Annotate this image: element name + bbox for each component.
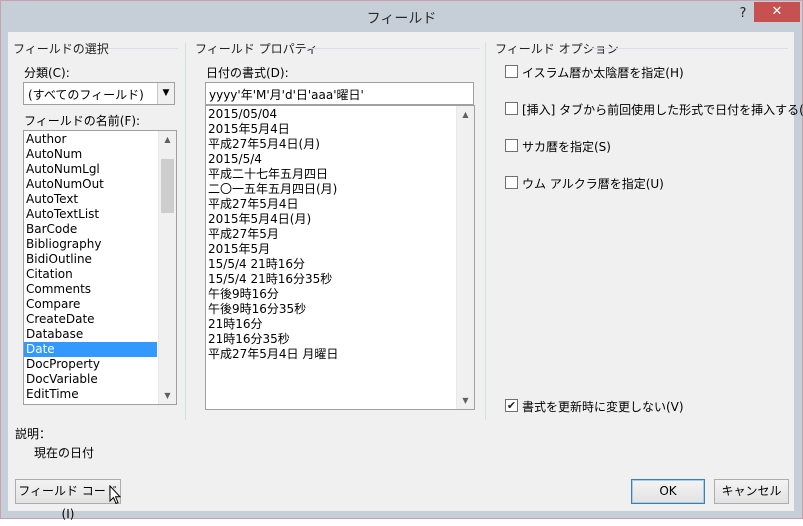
description-text: 現在の日付 [34,446,95,460]
field-names-list[interactable]: Author AutoNum AutoNumLgl AutoNumOut AutoTex… [23,130,177,405]
date-format-item[interactable]: 2015年5月 [206,242,456,257]
field-name-item[interactable]: Database [24,327,157,342]
option-label: イスラム暦か太陰暦を指定(H) [522,66,684,80]
date-format-item[interactable]: 15/5/4 21時16分 [206,257,456,272]
dialog-body: フィールドの選択 分類(C): (すべてのフィールド) ▼ フィールドの名前(F… [8,32,803,521]
date-format-label: 日付の書式(D): [206,66,289,80]
checkbox-unchecked-icon[interactable] [505,139,518,152]
group-divider [591,48,788,49]
date-format-item[interactable]: 2015年5月4日 [206,122,456,137]
date-format-item[interactable]: 2015/5/4 [206,152,456,167]
category-label: 分類(C): [24,66,70,80]
field-list-scrollbar[interactable]: ▲ ▼ [158,131,176,404]
field-name-item[interactable]: AutoNumOut [24,177,157,192]
field-name-item[interactable]: AutoNumLgl [24,162,157,177]
category-value: (すべてのフィールド) [28,88,144,102]
field-name-item[interactable]: CreateDate [24,312,157,327]
date-format-item[interactable]: 2015年5月4日(月) [206,212,456,227]
scroll-thumb[interactable] [161,159,174,213]
date-format-item[interactable]: 21時16分35秒 [206,332,456,347]
help-button[interactable]: ? [735,5,751,23]
date-format-item[interactable]: 平成27年5月 [206,227,456,242]
field-selection-title: フィールドの選択 [13,42,109,56]
date-format-item[interactable]: 15/5/4 21時16分35秒 [206,272,456,287]
field-dialog: フィールド ? ✕ フィールドの選択 分類(C): (すべてのフィールド) ▼ … [0,0,803,521]
date-format-item[interactable]: 午後9時16分 [206,287,456,302]
scroll-down-icon[interactable]: ▼ [457,392,474,409]
option-checkbox[interactable]: サカ暦を指定(S) [505,138,790,154]
field-name-item[interactable]: DocProperty [24,357,157,372]
group-divider [108,48,178,49]
date-format-item[interactable]: 2015/05/04 [206,107,456,122]
field-name-item[interactable]: DocVariable [24,372,157,387]
date-format-value: yyyy'年'M'月'd'日'aaa'曜日' [209,88,364,102]
field-name-item[interactable]: Compare [24,297,157,312]
preserve-format-label: 書式を更新時に変更しない(V) [522,400,684,414]
field-name-item[interactable]: BidiOutline [24,252,157,267]
category-dropdown[interactable]: (すべてのフィールド) ▼ [23,82,175,105]
field-name-item[interactable]: Date [24,342,157,357]
date-format-item[interactable]: 平成27年5月4日 [206,197,456,212]
date-format-item[interactable]: 平成27年5月4日(月) [206,137,456,152]
date-format-item[interactable]: 二〇一五年五月四日(月) [206,182,456,197]
field-name-item[interactable]: AutoTextList [24,207,157,222]
scroll-down-icon[interactable]: ▼ [159,387,176,404]
ok-button[interactable]: OK [631,479,705,504]
chevron-down-icon[interactable]: ▼ [157,83,174,104]
cancel-button[interactable]: キャンセル [714,479,789,504]
date-formats-list[interactable]: 2015/05/04 2015年5月4日 平成27年5月4日(月) 2015/5/4 平… [205,105,475,410]
date-format-item[interactable]: 平成27年5月4日 月曜日 [206,347,456,362]
field-name-item[interactable]: BarCode [24,222,157,237]
field-names-label: フィールドの名前(F): [24,114,141,128]
date-format-item[interactable]: 午後9時16分35秒 [206,302,456,317]
separator [185,42,186,420]
close-button[interactable]: ✕ [754,2,800,22]
mouse-cursor-icon [109,485,121,505]
date-format-item[interactable]: 21時16分 [206,317,456,332]
checkbox-unchecked-icon[interactable] [505,102,518,115]
checkbox-unchecked-icon[interactable] [505,176,518,189]
description-label: 説明： [15,427,52,441]
option-checkbox[interactable]: ウム アルクラ暦を指定(U) [505,175,790,191]
checkbox-checked-icon[interactable]: ✔ [505,399,518,412]
option-label: サカ暦を指定(S) [522,140,611,154]
dialog-title: フィールド [366,11,437,27]
formats-scrollbar[interactable]: ▲ ▼ [456,106,474,409]
field-name-item[interactable]: Comments [24,282,157,297]
field-name-item[interactable]: Bibliography [24,237,157,252]
option-checkbox[interactable]: [挿入] タブから前回使用した形式で日付を挿入する(L) [505,101,803,117]
preserve-format-checkbox[interactable]: ✔ 書式を更新時に変更しない(V) [505,398,785,414]
title-bar: フィールド ? ✕ [1,1,802,32]
option-label: ウム アルクラ暦を指定(U) [522,177,664,191]
field-codes-button[interactable]: フィールド コード(I) [15,479,121,521]
scroll-up-icon[interactable]: ▲ [457,106,474,123]
field-name-item[interactable]: AutoText [24,192,157,207]
date-format-item[interactable]: 平成二十七年五月四日 [206,167,456,182]
field-name-item[interactable]: EditTime [24,387,157,402]
option-label: [挿入] タブから前回使用した形式で日付を挿入する(L) [522,103,803,117]
date-format-input[interactable]: yyyy'年'M'月'd'日'aaa'曜日' [205,82,474,105]
checkbox-unchecked-icon[interactable] [505,65,518,78]
separator [485,42,486,420]
group-divider [298,48,480,49]
field-name-item[interactable]: Citation [24,267,157,282]
option-checkbox[interactable]: イスラム暦か太陰暦を指定(H) [505,64,790,80]
scroll-up-icon[interactable]: ▲ [159,131,176,148]
field-name-item[interactable]: Author [24,132,157,147]
field-name-item[interactable]: AutoNum [24,147,157,162]
